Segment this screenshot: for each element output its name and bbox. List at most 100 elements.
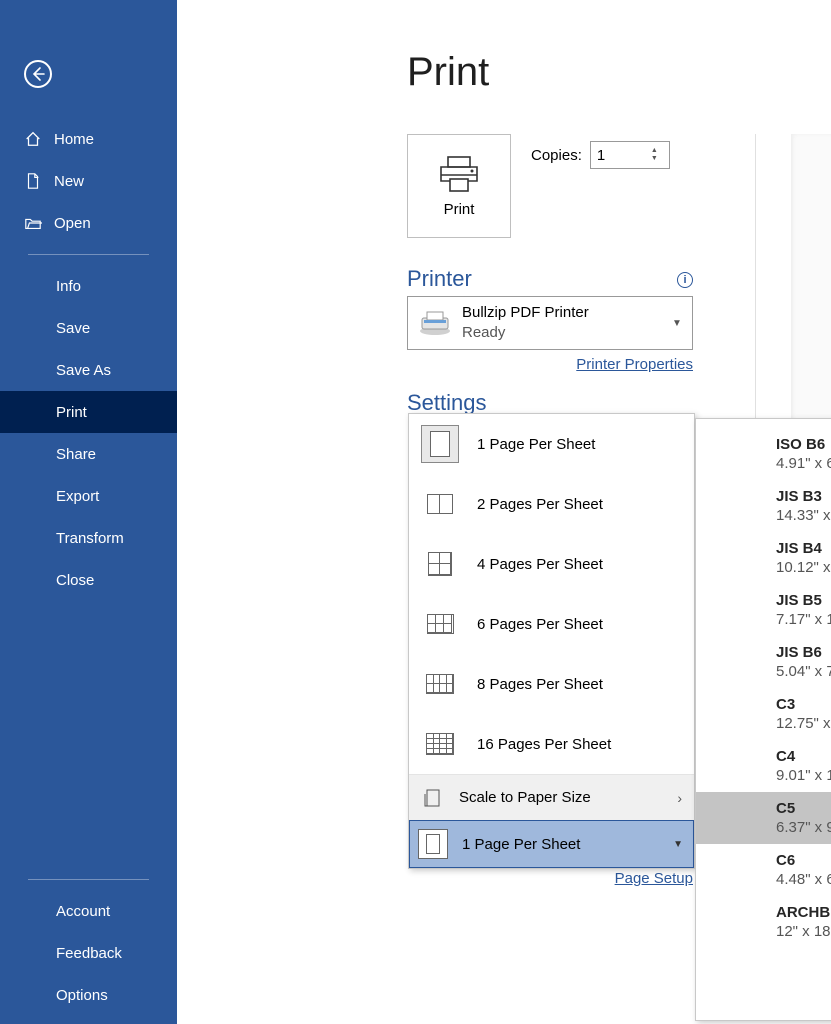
file-new-icon <box>24 172 42 190</box>
sidebar-item-feedback[interactable]: Feedback <box>0 932 177 974</box>
sidebar-item-info[interactable]: Info <box>0 265 177 307</box>
scale-icon <box>423 788 443 808</box>
paper-size-dim: 6.37" x 9.01" <box>776 819 831 836</box>
page-setup-link[interactable]: Page Setup <box>615 870 693 887</box>
pps-option-label: 8 Pages Per Sheet <box>477 676 603 693</box>
paper-size-option-jis-b4[interactable]: JIS B4 10.12" x 14.33" <box>696 532 831 584</box>
sidebar-item-share[interactable]: Share <box>0 433 177 475</box>
paper-size-option-jis-b6[interactable]: JIS B6 5.04" x 7.17" <box>696 636 831 688</box>
chevron-down-icon: ▼ <box>673 839 683 850</box>
back-arrow-icon <box>30 66 46 82</box>
pps-option-label: 6 Pages Per Sheet <box>477 616 603 633</box>
sidebar-item-label: Export <box>56 488 99 505</box>
printer-select[interactable]: Bullzip PDF Printer Ready ▼ <box>407 296 693 350</box>
folder-open-icon <box>24 214 42 232</box>
paper-size-dim: 9.01" x 12.75" <box>776 767 831 784</box>
printer-info-icon[interactable]: i <box>677 272 693 288</box>
sidebar-item-label: Open <box>54 215 91 232</box>
pps-current-label: 1 Page Per Sheet <box>462 836 580 853</box>
sidebar-divider <box>28 879 149 880</box>
pages-per-sheet-menu: 1 Page Per Sheet 2 Pages Per Sheet 4 Pag… <box>408 413 695 869</box>
printer-name: Bullzip PDF Printer <box>462 303 672 323</box>
printer-status: Ready <box>462 323 672 343</box>
pps-option-label: 2 Pages Per Sheet <box>477 496 603 513</box>
paper-size-dim: 4.48" x 6.37" <box>776 871 831 888</box>
paper-size-option-c6[interactable]: C6 4.48" x 6.37" <box>696 844 831 896</box>
sidebar-item-label: Home <box>54 131 94 148</box>
paper-size-menu: 6.93" x 9.85 ISO B6 4.91" x 6.93" JIS B3… <box>695 418 831 1021</box>
paper-size-name: JIS B4 <box>776 540 831 557</box>
sidebar-item-label: Save As <box>56 362 111 379</box>
sidebar-item-label: Print <box>56 404 87 421</box>
sidebar-item-label: Share <box>56 446 96 463</box>
paper-size-dim: 12" x 18" <box>776 923 831 940</box>
printer-device-icon <box>418 310 452 336</box>
copies-input[interactable] <box>591 142 651 168</box>
sidebar-item-open[interactable]: Open <box>0 202 177 244</box>
paper-size-dim: 12.75" x 18.03" <box>776 715 831 732</box>
sidebar-item-transform[interactable]: Transform <box>0 517 177 559</box>
paper-size-name: ISO B6 <box>776 436 831 453</box>
pps-option-8[interactable]: 8 Pages Per Sheet <box>409 654 694 714</box>
copies-label: Copies: <box>531 147 582 164</box>
paper-size-name: C3 <box>776 696 831 713</box>
sidebar-item-export[interactable]: Export <box>0 475 177 517</box>
sidebar-item-label: Account <box>56 903 110 920</box>
paper-size-option[interactable]: 6.93" x 9.85 <box>696 419 831 428</box>
sidebar-item-label: New <box>54 173 84 190</box>
sidebar-item-new[interactable]: New <box>0 160 177 202</box>
paper-size-name: C6 <box>776 852 831 869</box>
page-title: Print <box>407 50 489 95</box>
sidebar-item-save[interactable]: Save <box>0 307 177 349</box>
print-button[interactable]: Print <box>407 134 511 238</box>
paper-size-dim: 4.91" x 6.93" <box>776 455 831 472</box>
pps-option-6[interactable]: 6 Pages Per Sheet <box>409 594 694 654</box>
paper-size-option-c3[interactable]: C3 12.75" x 18.03" <box>696 688 831 740</box>
pps-option-16[interactable]: 16 Pages Per Sheet <box>409 714 694 774</box>
paper-size-name: JIS B3 <box>776 488 831 505</box>
paper-size-option-archb[interactable]: ARCHB 12" x 18" <box>696 896 831 948</box>
paper-size-option-c4[interactable]: C4 9.01" x 12.75" <box>696 740 831 792</box>
sidebar-item-print[interactable]: Print <box>0 391 177 433</box>
paper-size-option-jis-b3[interactable]: JIS B3 14.33" x 20.28" <box>696 480 831 532</box>
print-button-label: Print <box>444 201 475 218</box>
sidebar-item-label: Options <box>56 987 108 1004</box>
pps-option-label: 4 Pages Per Sheet <box>477 556 603 573</box>
pps-option-4[interactable]: 4 Pages Per Sheet <box>409 534 694 594</box>
sidebar-item-close[interactable]: Close <box>0 559 177 601</box>
spinner-down-icon[interactable]: ▼ <box>651 155 658 163</box>
sidebar-item-options[interactable]: Options <box>0 974 177 1016</box>
pps-option-1[interactable]: 1 Page Per Sheet <box>409 414 694 474</box>
paper-size-option-jis-b5[interactable]: JIS B5 7.17" x 10.12" <box>696 584 831 636</box>
spinner-up-icon[interactable]: ▲ <box>651 147 658 155</box>
sidebar-item-home[interactable]: Home <box>0 118 177 160</box>
pages-per-sheet-dropdown[interactable]: 1 Page Per Sheet ▼ <box>409 820 694 868</box>
pps-option-2[interactable]: 2 Pages Per Sheet <box>409 474 694 534</box>
scale-label: Scale to Paper Size <box>459 789 591 806</box>
pps-option-label: 1 Page Per Sheet <box>477 436 595 453</box>
scale-to-paper-size[interactable]: Scale to Paper Size › <box>409 774 694 820</box>
backstage-sidebar: Home New Open Info Save Save As Print Sh… <box>0 0 177 1024</box>
chevron-right-icon: › <box>677 790 682 806</box>
paper-size-dim: 7.17" x 10.12" <box>776 611 831 628</box>
paper-size-dim: 10.12" x 14.33" <box>776 559 831 576</box>
back-button[interactable] <box>24 60 52 88</box>
sidebar-item-label: Save <box>56 320 90 337</box>
paper-size-option-c5[interactable]: C5 6.37" x 9.01" <box>696 792 831 844</box>
printer-icon <box>435 155 483 193</box>
chevron-down-icon: ▼ <box>672 318 692 329</box>
sidebar-item-label: Feedback <box>56 945 122 962</box>
sidebar-item-label: Info <box>56 278 81 295</box>
home-icon <box>24 130 42 148</box>
copies-spinner[interactable]: ▲▼ <box>590 141 670 169</box>
sidebar-item-save-as[interactable]: Save As <box>0 349 177 391</box>
sidebar-item-label: Close <box>56 572 94 589</box>
paper-size-name: JIS B5 <box>776 592 831 609</box>
sidebar-item-account[interactable]: Account <box>0 890 177 932</box>
paper-size-dim: 14.33" x 20.28" <box>776 507 831 524</box>
sidebar-item-label: Transform <box>56 530 124 547</box>
printer-properties-link[interactable]: Printer Properties <box>576 356 693 373</box>
printer-section-header: Printer <box>407 266 472 292</box>
sidebar-divider <box>28 254 149 255</box>
paper-size-option-iso-b6[interactable]: ISO B6 4.91" x 6.93" <box>696 428 831 480</box>
